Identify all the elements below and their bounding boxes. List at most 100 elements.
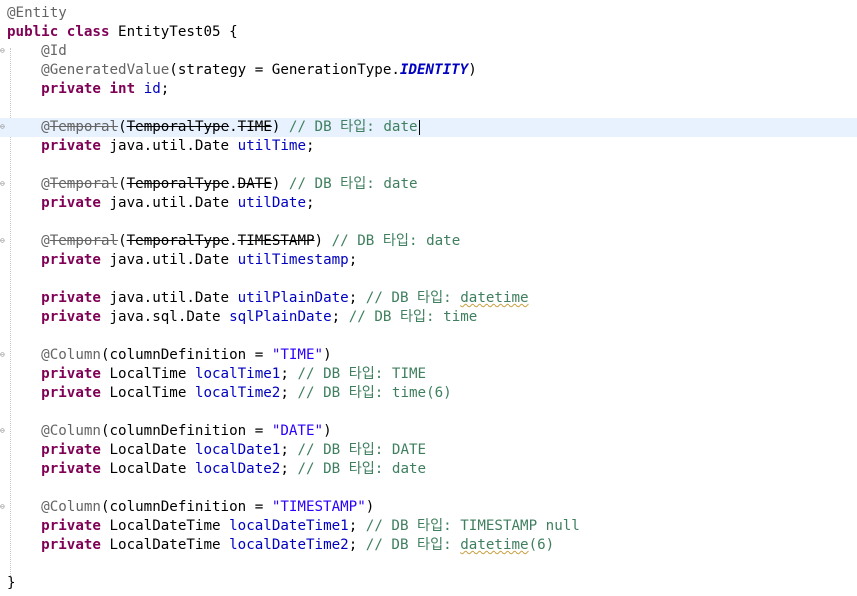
- close-paren: ): [323, 423, 332, 439]
- private-keyword: private: [41, 252, 101, 268]
- util-plain-date-field: utilPlainDate: [237, 290, 349, 306]
- code-line-25: private LocalDate localDate2; // DB 타입: …: [0, 460, 857, 479]
- column-def-prefix: (columnDefinition =: [100, 423, 272, 439]
- semicolon: ;: [280, 385, 289, 401]
- code-line-14: private java.util.Date utilTimestamp;: [0, 251, 857, 270]
- code-line-13: ⊖ @Temporal(TemporalType.TIMESTAMP) // D…: [0, 232, 857, 251]
- open-paren: (: [118, 119, 127, 135]
- fold-marker-icon[interactable]: ⊖: [0, 180, 5, 188]
- comment-prefix: // DB 타입:: [288, 119, 384, 135]
- dot: .: [229, 233, 238, 249]
- code-line-11: private java.util.Date utilDate;: [0, 194, 857, 213]
- type-name: java.util.Date: [109, 195, 230, 211]
- code-line-8: private java.util.Date utilTime;: [0, 137, 857, 156]
- semicolon: ;: [348, 290, 358, 306]
- fold-marker-icon[interactable]: ⊖: [0, 427, 5, 435]
- identity-constant: IDENTITY: [399, 62, 469, 78]
- string-literal: "DATE": [271, 423, 324, 439]
- code-line-19: ⊖ @Column(columnDefinition = "TIME"): [0, 346, 857, 365]
- code-line-4: @GeneratedValue(strategy = GenerationTyp…: [0, 61, 857, 80]
- code-line-21: private LocalTime localTime2; // DB 타입: …: [0, 384, 857, 403]
- comment-prefix: // DB 타입:: [331, 233, 427, 249]
- code-line-3: ⊖ @Id: [0, 42, 857, 61]
- private-keyword: private: [41, 537, 101, 553]
- entity-annotation: @Entity: [7, 5, 67, 21]
- code-line-31: }: [0, 574, 857, 593]
- semicolon: ;: [280, 366, 289, 382]
- type-name: LocalDateTime: [109, 518, 221, 534]
- util-date-field: utilDate: [237, 195, 306, 211]
- code-line-7-current: ⊖ @Temporal(TemporalType.TIME) // DB 타입:…: [0, 118, 857, 137]
- timestamp-constant: TIMESTAMP: [237, 233, 315, 249]
- temporal-type: TemporalType: [126, 233, 230, 249]
- code-line-29: private LocalDateTime localDateTime2; //…: [0, 536, 857, 555]
- temporal-annotation: Temporal: [49, 119, 119, 135]
- comment-value: TIMESTAMP null: [460, 518, 580, 534]
- date-constant: DATE: [237, 176, 272, 192]
- private-keyword: private: [41, 81, 101, 97]
- close-paren: ): [468, 62, 477, 78]
- private-keyword: private: [41, 309, 101, 325]
- column-def-prefix: (columnDefinition =: [100, 347, 272, 363]
- local-date1-field: localDate1: [194, 442, 281, 458]
- comment-value-suffix: (6): [528, 537, 555, 553]
- temporal-type: TemporalType: [126, 119, 230, 135]
- strategy-text: (strategy = GenerationType.: [169, 62, 400, 78]
- string-literal: "TIME": [271, 347, 324, 363]
- semicolon: ;: [280, 442, 289, 458]
- private-keyword: private: [41, 518, 101, 534]
- time-constant: TIME: [237, 119, 272, 135]
- sql-plain-date-field: sqlPlainDate: [229, 309, 332, 325]
- code-line-5: private int id;: [0, 80, 857, 99]
- type-name: LocalDate: [109, 442, 187, 458]
- type-name: LocalDateTime: [109, 537, 221, 553]
- semicolon: ;: [331, 309, 341, 325]
- id-field: id: [143, 81, 161, 97]
- type-name: java.sql.Date: [109, 309, 221, 325]
- semicolon: ;: [306, 138, 315, 154]
- generated-value-annotation: @GeneratedValue: [41, 62, 170, 78]
- column-def-prefix: (columnDefinition =: [100, 499, 272, 515]
- column-annotation: @Column: [41, 423, 101, 439]
- comment-value: datetime: [460, 537, 529, 553]
- temporal-annotation: Temporal: [49, 233, 119, 249]
- close-paren: ): [365, 499, 375, 515]
- code-line-24: private LocalDate localDate1; // DB 타입: …: [0, 441, 857, 460]
- type-name: LocalDate: [109, 461, 187, 477]
- dot: .: [229, 119, 238, 135]
- fold-marker-icon[interactable]: ⊖: [0, 123, 5, 131]
- comment-value: time: [443, 309, 478, 325]
- fold-marker-icon[interactable]: ⊖: [0, 503, 5, 511]
- util-time-field: utilTime: [237, 138, 306, 154]
- comment-prefix: // DB 타입:: [365, 290, 461, 306]
- id-annotation: @Id: [41, 43, 67, 59]
- fold-marker-icon[interactable]: ⊖: [0, 47, 5, 55]
- comment-value: time(6): [391, 385, 452, 401]
- open-brace: {: [220, 24, 238, 40]
- code-line-1: @Entity: [0, 4, 857, 23]
- type-name: LocalTime: [109, 366, 187, 382]
- comment-prefix: // DB 타입:: [297, 442, 392, 458]
- semicolon: ;: [348, 252, 358, 268]
- close-brace: }: [7, 575, 16, 591]
- type-name: java.util.Date: [109, 138, 230, 154]
- fold-marker-icon[interactable]: ⊖: [0, 237, 5, 245]
- semicolon: ;: [306, 195, 315, 211]
- code-line-20: private LocalTime localTime1; // DB 타입: …: [0, 365, 857, 384]
- type-name: java.util.Date: [109, 290, 230, 306]
- comment-prefix: // DB 타입:: [365, 537, 461, 553]
- code-line-27: ⊖ @Column(columnDefinition = "TIMESTAMP"…: [0, 498, 857, 517]
- local-datetime2-field: localDateTime2: [229, 537, 349, 553]
- open-paren: (: [118, 176, 127, 192]
- comment-value: datetime: [460, 290, 529, 306]
- dot: .: [229, 176, 238, 192]
- code-editor[interactable]: @Entity public class EntityTest05 { ⊖ @I…: [0, 4, 857, 596]
- comment-prefix: // DB 타입:: [365, 518, 461, 534]
- code-line-2: public class EntityTest05 {: [0, 23, 857, 42]
- fold-marker-icon[interactable]: ⊖: [0, 351, 5, 359]
- private-keyword: private: [41, 290, 101, 306]
